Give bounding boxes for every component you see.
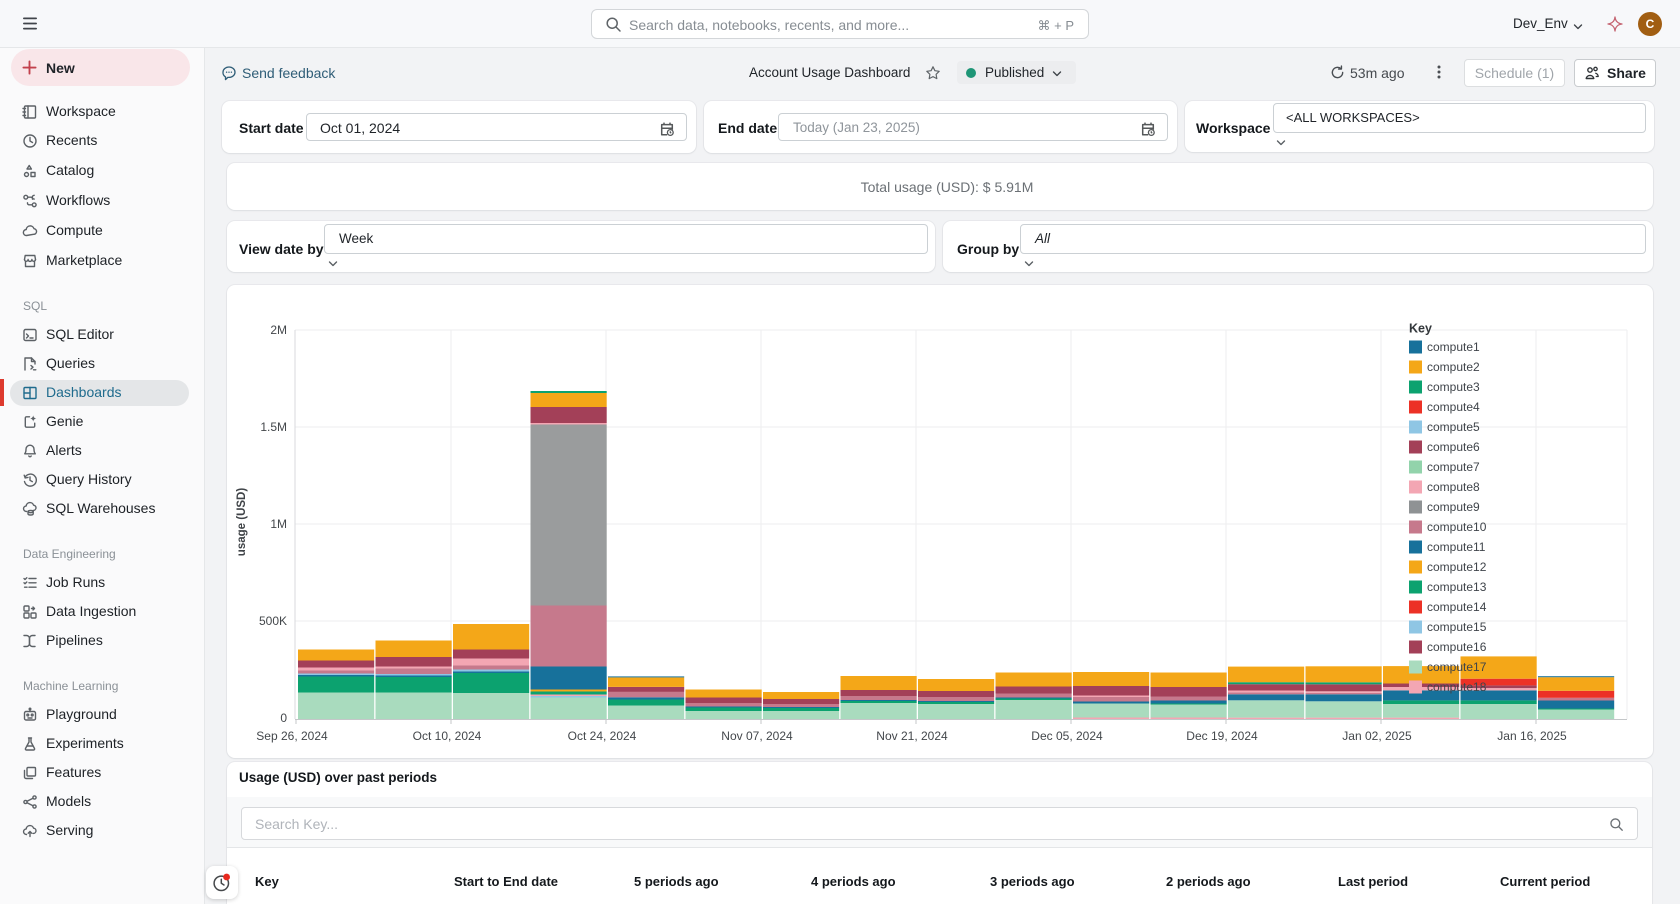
svg-text:compute4: compute4 xyxy=(1427,400,1480,414)
svg-text:Nov 21, 2024: Nov 21, 2024 xyxy=(876,729,948,743)
svg-text:compute1: compute1 xyxy=(1427,340,1480,354)
svg-text:compute15: compute15 xyxy=(1427,620,1487,634)
svg-text:compute11: compute11 xyxy=(1427,540,1486,554)
svg-text:compute18: compute18 xyxy=(1427,680,1487,694)
svg-text:compute16: compute16 xyxy=(1427,640,1487,654)
svg-text:Nov 07, 2024: Nov 07, 2024 xyxy=(721,729,793,743)
svg-text:compute13: compute13 xyxy=(1427,580,1487,594)
svg-text:compute6: compute6 xyxy=(1427,440,1480,454)
svg-text:Jan 16, 2025: Jan 16, 2025 xyxy=(1497,729,1567,743)
svg-text:compute10: compute10 xyxy=(1427,520,1487,534)
svg-text:Oct 24, 2024: Oct 24, 2024 xyxy=(568,729,637,743)
svg-text:compute5: compute5 xyxy=(1427,420,1480,434)
svg-text:compute17: compute17 xyxy=(1427,660,1487,674)
svg-text:compute12: compute12 xyxy=(1427,560,1487,574)
svg-text:Jan 02, 2025: Jan 02, 2025 xyxy=(1342,729,1412,743)
svg-text:Dec 05, 2024: Dec 05, 2024 xyxy=(1031,729,1103,743)
svg-text:compute2: compute2 xyxy=(1427,360,1480,374)
svg-text:compute8: compute8 xyxy=(1427,480,1480,494)
svg-text:compute9: compute9 xyxy=(1427,500,1480,514)
svg-text:compute14: compute14 xyxy=(1427,600,1487,614)
svg-text:1.5M: 1.5M xyxy=(260,420,287,434)
svg-text:Dec 19, 2024: Dec 19, 2024 xyxy=(1186,729,1258,743)
svg-text:1M: 1M xyxy=(270,517,287,531)
svg-text:compute3: compute3 xyxy=(1427,380,1480,394)
svg-text:Sep 26, 2024: Sep 26, 2024 xyxy=(256,729,328,743)
svg-text:2M: 2M xyxy=(270,323,287,337)
svg-text:Key: Key xyxy=(1409,322,1432,336)
svg-text:Oct 10, 2024: Oct 10, 2024 xyxy=(413,729,482,743)
svg-text:usage (USD): usage (USD) xyxy=(236,488,248,557)
svg-text:500K: 500K xyxy=(259,614,287,628)
svg-text:0: 0 xyxy=(280,711,287,725)
svg-text:compute7: compute7 xyxy=(1427,460,1480,474)
